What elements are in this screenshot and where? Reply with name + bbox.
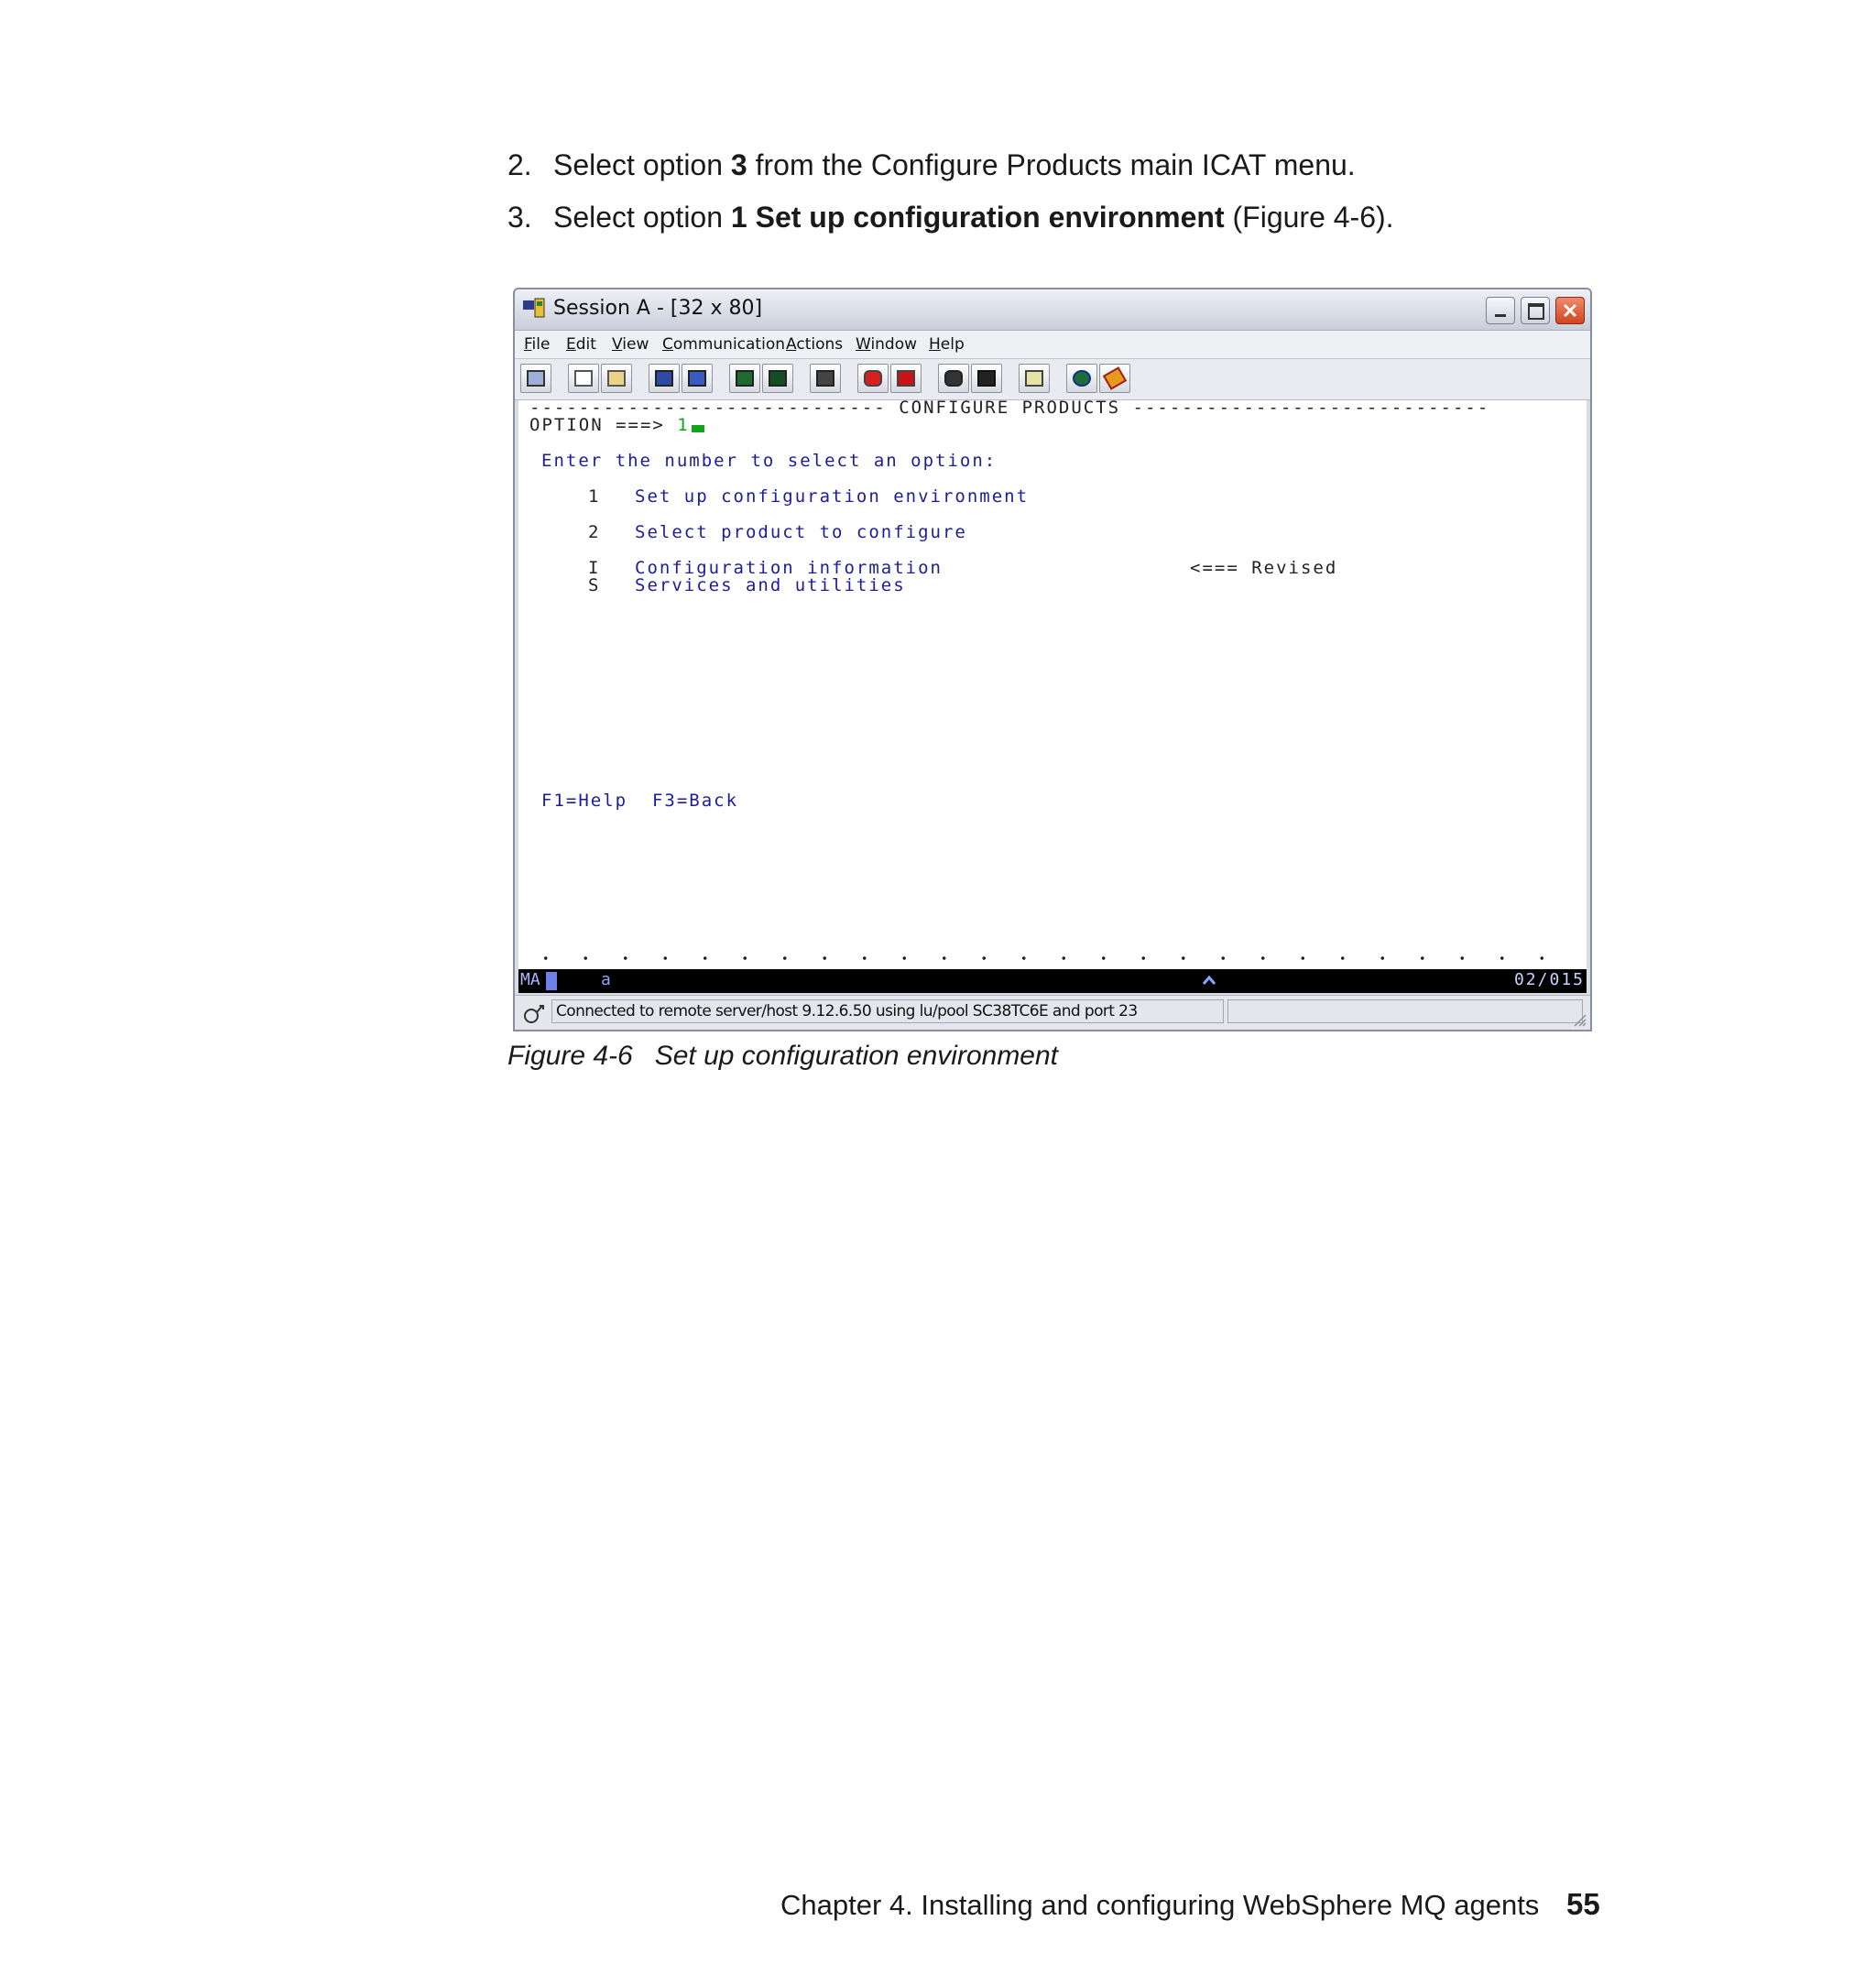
option-key: S [588, 575, 601, 595]
step-3: 3. Select option 1 Set up configuration e… [507, 199, 1394, 235]
operator-info-area: MA a 02/015 [518, 969, 1587, 993]
caret-up-icon [1202, 975, 1216, 985]
menu-option-setup[interactable]: Set up configuration environment [635, 486, 1029, 507]
menu-option-select-product[interactable]: Select product to configure [635, 522, 967, 542]
option-line: OPTION ===> 1 [529, 415, 704, 435]
paste-icon [607, 370, 626, 387]
receive-file-button[interactable] [682, 364, 713, 393]
step-number: 3. [507, 201, 532, 234]
prompt-text: Enter the number to select an option: [541, 451, 998, 471]
record-macro-icon [864, 370, 882, 387]
menu-edit[interactable]: Edit [566, 335, 596, 354]
receive-file-icon [688, 370, 706, 387]
terminal-screen[interactable]: ----------------------------- CONFIGURE … [518, 398, 1587, 969]
page-number: 55 [1566, 1887, 1600, 1921]
macro-setup-icon [977, 370, 996, 387]
send-file-icon [655, 370, 673, 387]
option-key: 1 [588, 486, 601, 507]
menu-bar: File Edit View Communication Actions Win… [515, 331, 1590, 359]
send-file-button[interactable] [649, 364, 680, 393]
globe-button[interactable] [1066, 364, 1097, 393]
text-cursor [691, 425, 704, 432]
menu-view[interactable]: View [612, 335, 649, 354]
stop-macro-icon [897, 370, 915, 387]
menu-actions[interactable]: Actions [786, 335, 843, 354]
option-label: OPTION ===> [529, 415, 665, 435]
maximize-button[interactable] [1521, 297, 1550, 324]
step-bold: 1 Set up configuration environment [730, 201, 1225, 234]
globe-icon [1073, 370, 1091, 387]
option-input[interactable]: 1 [677, 415, 689, 435]
step-text: from the Configure Products main ICAT me… [747, 148, 1356, 181]
copy-icon [574, 370, 593, 387]
menu-option-services[interactable]: Services and utilities [635, 575, 906, 595]
chapter-footer: Chapter 4. Installing and configuring We… [780, 1889, 1540, 1921]
keyboard-map-icon [816, 370, 834, 387]
play-macro-button[interactable] [938, 364, 969, 393]
play-macro-icon [944, 370, 963, 387]
stop-macro-button[interactable] [890, 364, 922, 393]
display-setup-icon [736, 370, 754, 387]
copy-button[interactable] [568, 364, 599, 393]
oia-block [546, 972, 557, 990]
oia-mode: MA [520, 970, 540, 989]
function-keys: F1=Help F3=Back [541, 791, 739, 811]
status-pane-empty [1227, 999, 1583, 1023]
clipboard-button[interactable] [1019, 364, 1050, 393]
figure-caption: Figure 4-6 Set up configuration environme… [507, 1041, 1058, 1072]
screen-title: CONFIGURE PRODUCTS [899, 398, 1121, 418]
window-title: Session A - [32 x 80] [553, 297, 763, 320]
menu-file[interactable]: File [524, 335, 550, 354]
color-map-icon [769, 370, 787, 387]
close-button[interactable] [1555, 297, 1585, 324]
resize-grip-icon[interactable] [1570, 1010, 1587, 1027]
keyboard-map-button[interactable] [810, 364, 841, 393]
print-screen-button[interactable] [520, 364, 551, 393]
color-map-button[interactable] [762, 364, 793, 393]
menu-window[interactable]: Window [856, 335, 917, 354]
step-2: 2. Select option 3 from the Configure Pro… [507, 147, 1356, 183]
network-connection-icon [524, 1005, 544, 1023]
paste-button[interactable] [601, 364, 632, 393]
help-book-icon [1102, 366, 1128, 390]
step-text: Select option [553, 148, 731, 181]
print-screen-icon [527, 370, 545, 387]
clipboard-icon [1025, 370, 1043, 387]
oia-indicator: a [601, 970, 611, 989]
step-text: Select option [553, 201, 731, 234]
display-setup-button[interactable] [729, 364, 760, 393]
status-message: Connected to remote server/host 9.12.6.5… [551, 999, 1224, 1023]
step-number: 2. [507, 148, 532, 181]
cursor-position: 02/015 [1513, 970, 1585, 989]
status-bar: Connected to remote server/host 9.12.6.5… [515, 995, 1590, 1030]
figure-title: Set up configuration environment [654, 1041, 1059, 1071]
minimize-button[interactable] [1486, 297, 1515, 324]
option-key: 2 [588, 522, 601, 542]
step-bold: 3 [730, 148, 747, 181]
screen-divider-dots [526, 955, 1579, 961]
toolbar [515, 359, 1590, 400]
help-book-button[interactable] [1099, 364, 1130, 393]
menu-communication[interactable]: Communication [662, 335, 785, 354]
title-bar[interactable]: Session A - [32 x 80] [515, 289, 1590, 331]
close-icon [1563, 303, 1577, 318]
step-text: (Figure 4-6). [1224, 201, 1394, 234]
figure-number: Figure 4-6 [507, 1041, 633, 1071]
emulator-window: Session A - [32 x 80] File Edit View Com… [513, 288, 1592, 1031]
revised-note: <=== Revised [1190, 558, 1338, 578]
pcomm-app-icon [523, 298, 545, 318]
menu-help[interactable]: Help [929, 335, 965, 354]
macro-setup-button[interactable] [971, 364, 1002, 393]
record-macro-button[interactable] [857, 364, 889, 393]
